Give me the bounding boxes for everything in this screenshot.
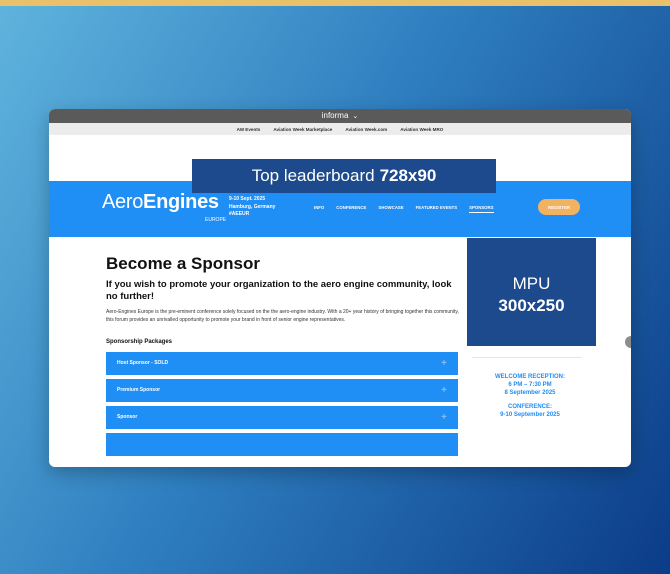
packages-heading: Sponsorship Packages bbox=[106, 339, 173, 345]
leaderboard-label: Top leaderboard bbox=[251, 166, 375, 185]
package-label: Host Sponsor - SOLD bbox=[117, 360, 169, 366]
event-schedule: WELCOME RECEPTION: 6 PM – 7:30 PM 8 Sept… bbox=[472, 373, 588, 419]
package-sponsor[interactable]: Sponsor + bbox=[106, 406, 458, 429]
chevron-down-icon[interactable]: ⌄ bbox=[352, 113, 358, 120]
event-location: Hamburg, Germany bbox=[229, 203, 276, 210]
main-content: Become a Sponsor If you wish to promote … bbox=[49, 237, 631, 467]
nav-item-info[interactable]: INFO bbox=[314, 205, 324, 213]
main-nav: INFO CONFERENCE SHOWCASE FEATURED EVENTS… bbox=[314, 205, 494, 213]
aero-engines-logo[interactable]: AVIATION WEEK AeroEngines EUROPE bbox=[102, 188, 226, 223]
link-aviation-week-mro[interactable]: Aviation Week MRO bbox=[400, 127, 443, 132]
package-host-sponsor[interactable]: Host Sponsor - SOLD + bbox=[106, 352, 458, 375]
reception-date: 8 September 2025 bbox=[504, 390, 556, 396]
register-button[interactable]: REGISTER bbox=[538, 199, 580, 215]
informa-bar[interactable]: informa ⌄ bbox=[49, 109, 631, 123]
leaderboard-size: 728x90 bbox=[379, 166, 437, 185]
nav-item-showcase[interactable]: SHOWCASE bbox=[378, 205, 403, 213]
link-marketplace[interactable]: Aviation Week Marketplace bbox=[273, 127, 332, 132]
browser-preview-frame: informa ⌄ AW Events Aviation Week Marketp… bbox=[49, 109, 631, 467]
event-info: 9-10 Sept. 2025 Hamburg, Germany #AEEUR bbox=[229, 196, 275, 219]
link-aw-events[interactable]: AW Events bbox=[237, 127, 261, 132]
mpu-label: MPU bbox=[512, 274, 551, 293]
logo-subtitle: EUROPE bbox=[205, 217, 227, 223]
top-leaderboard-ad[interactable]: Top leaderboard 728x90 bbox=[192, 159, 496, 193]
page-title: Become a Sponsor bbox=[106, 254, 260, 273]
nav-item-sponsors[interactable]: SPONSORS bbox=[469, 205, 494, 213]
mpu-size: 300x250 bbox=[498, 296, 565, 315]
informa-brand[interactable]: informa bbox=[322, 111, 349, 120]
nav-item-conference[interactable]: CONFERENCE bbox=[336, 205, 366, 213]
plus-icon[interactable]: + bbox=[441, 379, 447, 402]
reception-time: 6 PM – 7:30 PM bbox=[508, 382, 552, 388]
event-hashtag: #AEEUR bbox=[229, 211, 250, 217]
plus-icon[interactable]: + bbox=[441, 406, 447, 429]
package-label: Premium Sponsor bbox=[117, 387, 161, 393]
link-aviation-week-com[interactable]: Aviation Week.com bbox=[345, 127, 387, 132]
nav-item-featured-events[interactable]: FEATURED EVENTS bbox=[416, 205, 457, 213]
package-label: Sponsor bbox=[117, 414, 138, 420]
logo-wordmark: AeroEngines bbox=[102, 191, 219, 213]
leaderboard-area: Top leaderboard 728x90 bbox=[49, 135, 631, 193]
event-date: 9-10 Sept. 2025 bbox=[229, 196, 266, 202]
conference-title: CONFERENCE: bbox=[507, 404, 552, 410]
conference-dates: 9-10 September 2025 bbox=[500, 412, 560, 418]
reception-title: WELCOME RECEPTION: bbox=[495, 374, 565, 380]
plus-icon[interactable]: + bbox=[441, 352, 447, 375]
network-links-bar: AW Events Aviation Week Marketplace Avia… bbox=[49, 123, 631, 135]
sidebar-divider bbox=[472, 357, 582, 358]
mpu-ad[interactable]: MPU 300x250 bbox=[467, 238, 596, 346]
top-accent-strip bbox=[0, 0, 670, 6]
intro-paragraph: Aero-Engines Europe is the pre-eminent c… bbox=[106, 309, 459, 323]
package-premium-sponsor[interactable]: Premium Sponsor + bbox=[106, 379, 458, 402]
scroll-handle[interactable] bbox=[625, 336, 631, 348]
package-partial[interactable] bbox=[106, 433, 458, 456]
page-subtitle: If you wish to promote your organization… bbox=[106, 279, 452, 302]
